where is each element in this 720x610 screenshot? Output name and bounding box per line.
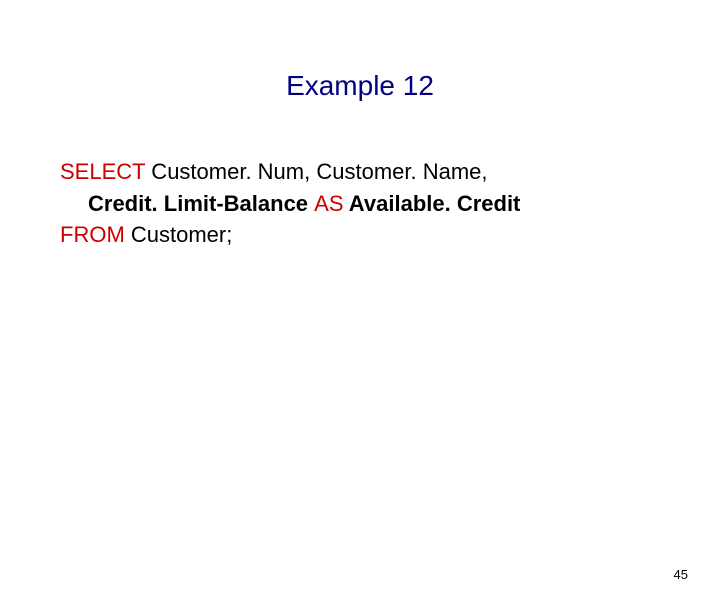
sql-keyword-select: SELECT <box>60 159 145 184</box>
sql-text-3: Customer; <box>125 222 233 247</box>
slide: Example 12 SELECT Customer. Num, Custome… <box>0 70 720 610</box>
sql-line-2: Credit. Limit-Balance AS Available. Cred… <box>60 189 660 219</box>
slide-title: Example 12 <box>0 70 720 102</box>
sql-keyword-from: FROM <box>60 222 125 247</box>
sql-alias: Available. Credit <box>344 191 521 216</box>
sql-content: SELECT Customer. Num, Customer. Name, Cr… <box>0 157 720 250</box>
sql-line-3: FROM Customer; <box>60 220 660 250</box>
page-number: 45 <box>674 567 688 582</box>
sql-keyword-as: AS <box>314 191 343 216</box>
sql-text-1: Customer. Num, Customer. Name, <box>145 159 487 184</box>
sql-expr: Credit. Limit-Balance <box>88 191 314 216</box>
sql-line-1: SELECT Customer. Num, Customer. Name, <box>60 157 660 187</box>
